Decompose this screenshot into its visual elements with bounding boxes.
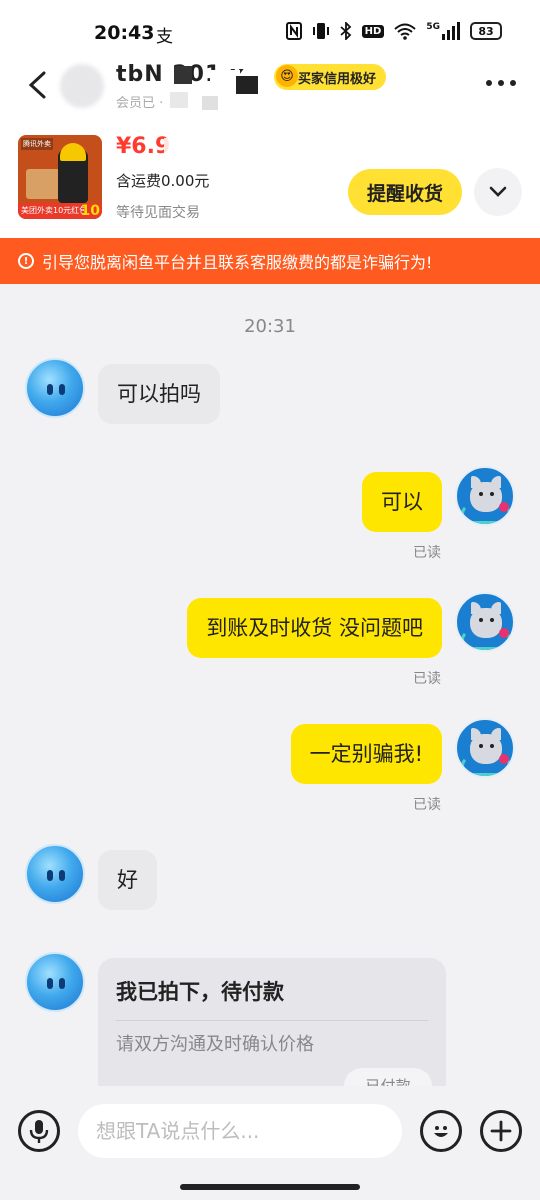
avatar-spot <box>499 754 509 764</box>
avatar-eye <box>490 744 494 748</box>
my-avatar[interactable] <box>455 718 515 778</box>
chevron-left-icon <box>28 71 46 99</box>
chevron-down-icon <box>489 186 507 197</box>
avatar-eye <box>479 492 483 496</box>
signal-bar <box>447 30 450 40</box>
smiley-icon <box>434 1126 448 1137</box>
message-bubble-outgoing[interactable]: 一定别骗我! <box>290 724 442 784</box>
paid-button[interactable]: 已付款 <box>344 1068 432 1086</box>
my-avatar[interactable] <box>455 592 515 652</box>
seller-avatar-blurred <box>60 64 104 108</box>
avatar-spot <box>499 628 509 638</box>
seller-subtitle: 会员已 · <box>116 96 164 111</box>
avatar-eye <box>479 744 483 748</box>
status-bar: 20:43 支 HD 5G 83 <box>0 0 540 60</box>
shipping-fee: 含运费0.00元 <box>116 172 210 190</box>
seller-avatar[interactable] <box>25 358 85 418</box>
parcel-graphic <box>26 169 62 199</box>
bluetooth-icon <box>340 22 351 40</box>
remind-receipt-button[interactable]: 提醒收货 <box>348 169 462 215</box>
seller-avatar[interactable] <box>25 844 85 904</box>
signal-bar <box>442 34 445 40</box>
microphone-icon <box>29 1120 49 1143</box>
avatar-eye <box>59 384 65 395</box>
message-bubble-outgoing[interactable]: 可以 <box>362 472 442 532</box>
dot <box>486 80 492 86</box>
redaction-block <box>164 138 182 162</box>
plus-icon <box>490 1120 512 1142</box>
product-thumbnail[interactable]: 腾讯外卖 美团外卖10元红包 10 <box>18 135 102 219</box>
avatar-eye <box>47 384 53 395</box>
signal-bar <box>452 26 455 40</box>
product-price: ¥6.9 <box>116 134 171 159</box>
avatar-eye <box>490 618 494 622</box>
fraud-warning-banner: ! 引导您脱离闲鱼平台并且联系客服缴费的都是诈骗行为! <box>0 238 540 284</box>
warning-icon: ! <box>18 253 34 269</box>
helmet-graphic <box>60 143 86 161</box>
message-bubble-incoming[interactable]: 可以拍吗 <box>98 364 220 424</box>
credit-badge-label: 买家信用极好 <box>298 71 377 87</box>
divider <box>116 1020 428 1021</box>
dot <box>498 80 504 86</box>
network-type-label: 5G <box>426 22 440 32</box>
read-receipt: 已读 <box>413 797 441 813</box>
avatar-eye <box>47 870 53 881</box>
redaction-block <box>170 92 188 108</box>
voice-button[interactable] <box>18 1110 60 1152</box>
credit-badge[interactable]: 😍 买家信用极好 <box>274 64 387 90</box>
order-card-title: 我已拍下，待付款 <box>116 980 284 1004</box>
order-status-card[interactable]: 我已拍下，待付款 请双方沟通及时确认价格 已付款 <box>98 958 446 1086</box>
trade-status: 等待见面交易 <box>116 205 200 221</box>
read-receipt: 已读 <box>413 545 441 561</box>
vibrate-icon <box>312 23 329 39</box>
redaction-block <box>202 96 218 110</box>
emoji-button[interactable] <box>420 1110 462 1152</box>
avatar-eye <box>479 618 483 622</box>
heart-eyes-emoji-icon: 😍 <box>276 65 298 87</box>
chat-timestamp: 20:31 <box>244 316 296 337</box>
avatar-eye <box>59 870 65 881</box>
add-more-button[interactable] <box>480 1110 522 1152</box>
chat-area[interactable]: 20:31 可以拍吗 可以 已读 到账及时收货 没问题吧 已读 一定别骗我! 已… <box>0 284 540 1086</box>
input-bar <box>0 1086 540 1200</box>
thumb-logo: 腾讯外卖 <box>21 138 53 150</box>
order-card-description: 请双方沟通及时确认价格 <box>116 1034 314 1055</box>
alipay-icon: 支 <box>156 27 173 47</box>
wifi-icon <box>394 23 417 40</box>
thumb-number: 10 <box>80 203 100 219</box>
avatar-eye <box>47 978 53 989</box>
message-bubble-incoming[interactable]: 好 <box>98 850 157 910</box>
my-avatar[interactable] <box>455 466 515 526</box>
warning-text: 引导您脱离闲鱼平台并且联系客服缴费的都是诈骗行为! <box>42 253 433 272</box>
read-receipt: 已读 <box>413 671 441 687</box>
avatar-eye <box>59 978 65 989</box>
message-input[interactable] <box>78 1104 402 1158</box>
hd-icon: HD <box>361 24 385 38</box>
avatar-spot <box>499 502 509 512</box>
status-icons: HD 5G 83 <box>285 22 502 40</box>
home-indicator[interactable] <box>180 1184 360 1190</box>
battery-indicator: 83 <box>470 22 502 40</box>
seller-avatar[interactable] <box>25 952 85 1012</box>
back-button[interactable] <box>22 70 52 100</box>
dot <box>510 80 516 86</box>
more-options-button[interactable] <box>486 80 516 86</box>
product-card[interactable]: 腾讯外卖 美团外卖10元红包 10 ¥6.9 含运费0.00元 等待见面交易 提… <box>0 120 540 238</box>
status-time: 20:43 <box>94 22 155 44</box>
redaction-block <box>236 76 258 94</box>
expand-button[interactable] <box>474 168 522 216</box>
message-bubble-outgoing[interactable]: 到账及时收货 没问题吧 <box>187 598 442 658</box>
nfc-icon <box>285 22 302 40</box>
signal-5g-icon: 5G <box>426 22 460 40</box>
chat-header: tbN 201 x 会员已 · <box>0 60 540 120</box>
redaction-block <box>174 66 192 84</box>
avatar-eye <box>490 492 494 496</box>
signal-bar <box>457 22 460 40</box>
